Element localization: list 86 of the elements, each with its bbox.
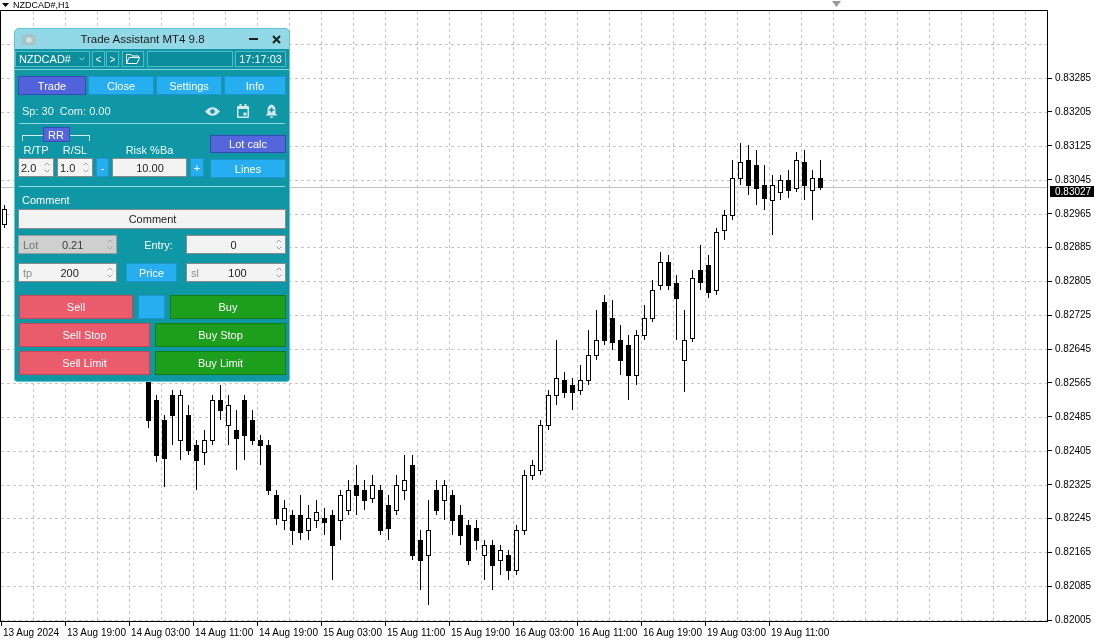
comment-field[interactable]: Comment	[18, 209, 286, 229]
price-label: 0.83205	[1055, 106, 1092, 117]
symbol-dropdown[interactable]: NZDCAD#	[15, 51, 90, 67]
time-label: 15 Aug 11:00	[387, 627, 447, 639]
window-title: Trade Assistant MT4 9.8	[79, 33, 206, 45]
lot-calc-button[interactable]: Lot calc	[210, 135, 286, 153]
chart-title: NZDCAD#,H1	[13, 0, 70, 10]
spin-arrows-icon[interactable]	[44, 162, 50, 173]
time-label: 16 Aug 03:00	[515, 627, 575, 639]
price-label: 0.82165	[1055, 547, 1092, 558]
entry-field[interactable]: 0	[186, 235, 286, 254]
time-label: 14 Aug 11:00	[195, 627, 255, 639]
spread-text: Sp: 30	[22, 105, 54, 117]
spin-arrows-icon[interactable]	[107, 267, 113, 278]
clock: 17:17:03	[235, 51, 286, 67]
entry-label: Entry:	[143, 238, 173, 251]
price-button[interactable]: Price	[126, 263, 177, 282]
price-label: 0.83045	[1055, 174, 1092, 185]
folder-button[interactable]	[122, 51, 144, 67]
price-label: 0.82405	[1055, 445, 1092, 456]
plus-button[interactable]: +	[190, 158, 204, 177]
spin-arrows-icon[interactable]	[83, 162, 89, 173]
caret-icon	[79, 57, 85, 61]
next-button[interactable]: >	[106, 51, 119, 67]
price-label: 0.83125	[1055, 140, 1092, 151]
buy-button[interactable]: Buy Stop	[155, 323, 286, 347]
lines-button[interactable]: Lines	[210, 159, 286, 178]
time-label: 13 Aug 2024	[3, 627, 61, 639]
risk-field[interactable]: 10.00	[112, 158, 187, 177]
bell-icon[interactable]	[265, 103, 278, 119]
price-label: 0.83285	[1055, 73, 1092, 83]
time-label: 14 Aug 19:00	[259, 627, 319, 639]
sell-button[interactable]: Sell Limit	[19, 351, 150, 375]
bracket-line	[22, 135, 43, 141]
minus-button[interactable]: -	[96, 158, 109, 177]
time-label: 13 Aug 19:00	[67, 627, 127, 639]
ratio-label: R/TP	[22, 144, 50, 157]
risk-label: Risk %Ba	[124, 144, 175, 157]
sell-button[interactable]: Sell Stop	[19, 323, 150, 347]
price-label: 0.82885	[1055, 242, 1092, 253]
price-label: 0.82565	[1055, 377, 1092, 388]
camera-icon[interactable]	[22, 33, 36, 45]
sl-field[interactable]: sl 100	[186, 263, 286, 282]
tab[interactable]: Settings	[156, 76, 222, 95]
triangle-marker-icon[interactable]	[832, 1, 841, 7]
eye-icon[interactable]	[205, 106, 220, 116]
caret-icon[interactable]	[2, 3, 9, 7]
sell-button[interactable]: Sell	[19, 295, 133, 319]
bracket-line	[69, 135, 90, 141]
time-label: 16 Aug 19:00	[643, 627, 703, 639]
close-icon[interactable]	[272, 34, 281, 44]
tp-field[interactable]: tp 200	[18, 263, 117, 282]
price-label: 0.82645	[1055, 344, 1092, 354]
tab[interactable]: Info	[224, 76, 286, 95]
comment-label: Comment	[22, 194, 70, 207]
tab[interactable]: Close	[88, 76, 154, 95]
spin-arrows-icon[interactable]	[276, 267, 282, 278]
commission-text: Com: 0.00	[59, 105, 111, 117]
spin-arrows-icon[interactable]	[276, 239, 282, 250]
time-label: 19 Aug 11:00	[771, 627, 831, 639]
price-label: 0.82325	[1055, 479, 1092, 490]
price-label: 0.82805	[1055, 276, 1092, 287]
price-label: 0.82245	[1055, 513, 1092, 524]
price-label: 0.82485	[1055, 411, 1092, 422]
price-label: 0.82005	[1055, 615, 1092, 625]
previous-button[interactable]: <	[92, 51, 105, 67]
folder-icon	[126, 54, 140, 64]
time-label: 16 Aug 11:00	[579, 627, 639, 639]
blank-button[interactable]	[138, 295, 165, 319]
time-label: 15 Aug 03:00	[323, 627, 383, 639]
buy-button[interactable]: Buy Limit	[155, 351, 286, 375]
ratio-label: R/SL	[61, 144, 89, 157]
time-label: 15 Aug 19:00	[451, 627, 511, 639]
time-label: 19 Aug 03:00	[707, 627, 767, 639]
current-price-label: 0.83027	[1050, 186, 1095, 197]
time-label: 14 Aug 03:00	[131, 627, 191, 639]
price-label: 0.82965	[1055, 208, 1092, 219]
empty-field[interactable]	[147, 51, 233, 67]
calendar-icon[interactable]	[237, 104, 249, 118]
tab[interactable]: Trade	[18, 76, 86, 95]
ratio-field[interactable]: 2.0	[18, 158, 54, 177]
rr-button[interactable]: RR	[42, 127, 70, 142]
buy-button[interactable]: Buy	[170, 295, 286, 319]
ratio-field[interactable]: 1.0	[57, 158, 93, 177]
price-label: 0.82085	[1055, 581, 1092, 592]
price-label: 0.82725	[1055, 310, 1092, 321]
